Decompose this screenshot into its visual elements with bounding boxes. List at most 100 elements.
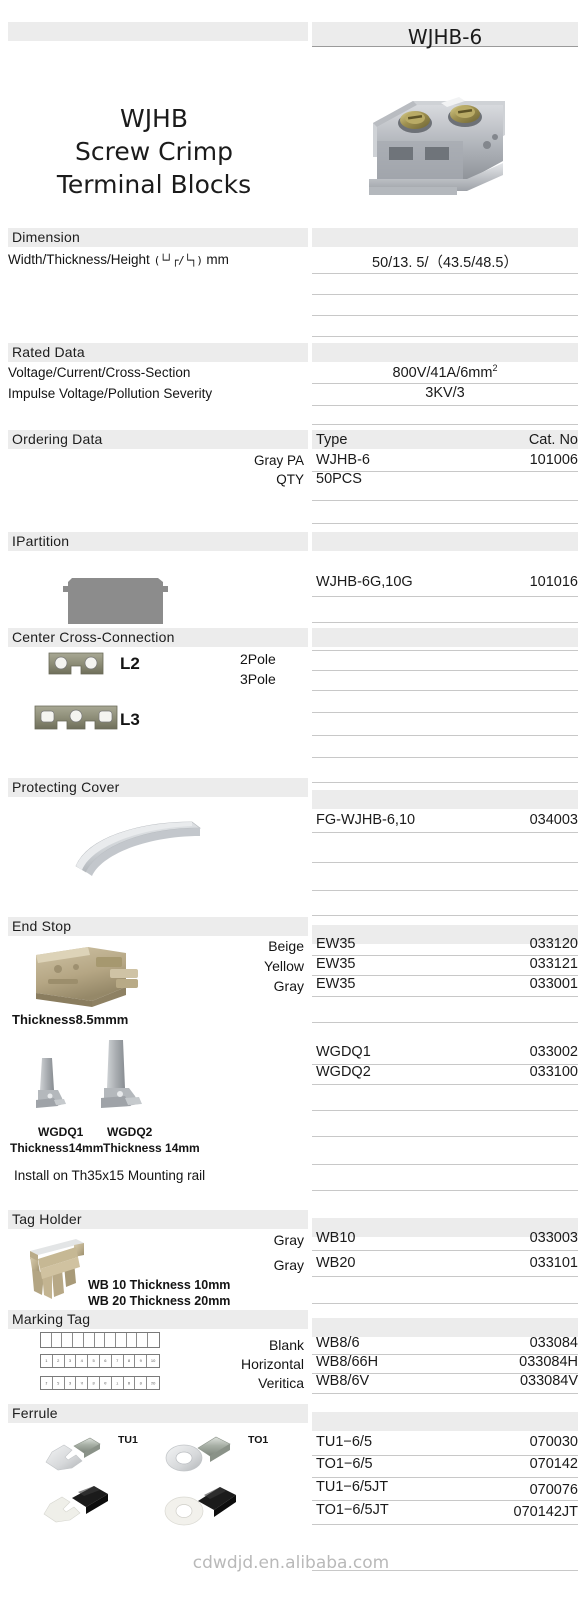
marking-tag-row-0-cat: 033084: [529, 1335, 578, 1351]
wgdq1-label: WGDQ1: [38, 1125, 84, 1139]
end-stop-color-yellow: Yellow: [264, 958, 304, 974]
cross-connection-l2-label: L2: [120, 654, 140, 673]
tag-holder-color-0: Gray: [273, 1232, 304, 1248]
dimension-unit: mm: [206, 252, 229, 267]
cross-connection-2pole: 2Pole: [240, 651, 276, 667]
ordering-row-0-label: Gray PA: [253, 453, 304, 468]
ferrule-row-1-type: TO1−6/5: [316, 1456, 373, 1472]
ferrule-row-2-cat: 070076: [529, 1482, 578, 1498]
marking-tag-cell: 3: [64, 1377, 77, 1389]
cross-rule-6: [312, 757, 578, 758]
endstop-rule-9: [312, 1164, 578, 1165]
rated-impulse-label: Impulse Voltage/Pollution Severity: [8, 386, 213, 401]
marking-tag-cell: 4: [76, 1355, 89, 1367]
marking-tag-row-1-cat: 033084H: [519, 1354, 578, 1370]
endstop-rule-3: [312, 996, 578, 997]
tag-holder-color-1: Gray: [273, 1257, 304, 1273]
endstop-rule-6: [312, 1084, 578, 1085]
ferrule-row-3-type: TO1−6/5JT: [316, 1502, 389, 1518]
end-stop-color-beige: Beige: [268, 938, 304, 954]
tag-holder-row-0-type: WB10: [316, 1230, 356, 1246]
marking-tag-cell: 7: [111, 1377, 124, 1389]
partition-plate-image: [58, 572, 173, 624]
end-stop-thickness-note: Thickness8.5mmm: [12, 1012, 129, 1027]
terminal-block-photo: [355, 75, 520, 195]
marking-tag-cell: 9: [135, 1355, 148, 1367]
end-stop-row-3-cat: 033002: [529, 1044, 578, 1060]
tag-holder-note-0: WB 10 Thickness 10mm: [88, 1278, 231, 1292]
cross-connection-l3-image: [33, 702, 119, 734]
marking-tag-row-2-type: WB8/6V: [316, 1373, 370, 1389]
product-spec-sheet: WJHB-6 WJHB Screw Crimp Terminal Blocks: [0, 0, 582, 1608]
ferrule-row-1-cat: 070142: [529, 1456, 578, 1472]
marking-tag-orientation-0: Blank: [268, 1337, 304, 1353]
ordering-rule-2: [312, 500, 578, 501]
cross-connection-l2-image: [47, 650, 105, 678]
partition-row-0-cat: 101016: [529, 574, 578, 590]
cross-rule-1: [312, 650, 578, 651]
ferrule-rule-3: [312, 1500, 578, 1501]
marking-tag-cell: [116, 1333, 127, 1347]
marking-tag-cell: [95, 1333, 106, 1347]
dimension-value: 50/13. 5/（43.5/48.5）: [372, 255, 518, 271]
rated-voltage-value: 800V/41A/6mm2: [312, 363, 578, 381]
end-stop-color-gray: Gray: [273, 978, 304, 994]
partition-rule-2: [312, 622, 578, 623]
marking-tag-cell: 1: [41, 1377, 53, 1389]
markingtag-rule-3: [312, 1393, 578, 1394]
rated-rule-3: [312, 424, 578, 425]
cover-rule-4: [312, 915, 578, 916]
model-name: WJHB-6: [407, 25, 483, 49]
marking-tag-cell: [148, 1333, 159, 1347]
ferrule-row-2-type: TU1−6/5JT: [316, 1479, 389, 1495]
ordering-col-type: Type: [316, 432, 348, 448]
tagholder-rule-3: [312, 1303, 578, 1304]
marking-tag-cell: 10: [150, 1381, 156, 1386]
ferrule-spade-silver-image: [38, 1432, 110, 1474]
end-stop-row-4-type: WGDQ2: [316, 1064, 371, 1080]
tag-holder-heading: Tag Holder: [12, 1211, 82, 1227]
marking-tag-cell: 5: [88, 1355, 100, 1367]
cross-connection-3pole: 3Pole: [240, 671, 276, 687]
end-stop-row-1-type: EW35: [316, 956, 356, 972]
end-stop-row-3-type: WGDQ1: [316, 1044, 371, 1060]
dimension-rule-1: [312, 273, 578, 274]
tag-holder-row-1-type: WB20: [316, 1255, 356, 1271]
end-stop-heading: End Stop: [12, 918, 72, 934]
marking-tag-heading: Marking Tag: [12, 1311, 91, 1327]
marking-tag-cell: [127, 1333, 138, 1347]
ferrule-ring-black-image: [160, 1484, 246, 1528]
marking-tag-cell: 6: [99, 1377, 112, 1389]
ferrule-ring-silver-image: [160, 1432, 240, 1474]
marking-tag-cell: [84, 1333, 95, 1347]
marking-tag-cell: [105, 1333, 117, 1347]
cross-connection-header-bar-right: [312, 628, 578, 647]
product-title-line-1: WJHB: [119, 104, 189, 133]
ordering-row-1-type: 50PCS: [316, 471, 362, 487]
cross-rule-7: [312, 782, 578, 783]
dimension-heading: Dimension: [12, 229, 80, 245]
wgdq1-thickness: Thickness14mm: [10, 1141, 104, 1155]
marking-tag-cell: 10: [150, 1358, 156, 1363]
protecting-cover-heading: Protecting Cover: [12, 779, 120, 795]
dimension-header-bar-right: [312, 228, 578, 247]
end-stop-row-2-type: EW35: [316, 976, 356, 992]
product-title-line-3: Terminal Blocks: [56, 170, 252, 199]
ordering-row-0-type: WJHB-6: [316, 452, 370, 468]
end-stop-row-0-type: EW35: [316, 936, 356, 952]
marking-tag-cell: 4: [76, 1377, 89, 1389]
ordering-row-1-label: QTY: [276, 472, 304, 487]
tag-holder-note-1: WB 20 Thickness 20mm: [88, 1294, 231, 1308]
end-stop-row-0-cat: 033120: [529, 936, 578, 952]
cross-rule-4: [312, 712, 578, 713]
ordering-data-heading: Ordering Data: [12, 431, 103, 447]
endstop-rule-8: [312, 1136, 578, 1137]
header-bar-left: [8, 22, 308, 41]
marking-tag-row-1-type: WB8/66H: [316, 1354, 379, 1370]
cross-rule-3: [312, 690, 578, 691]
end-stop-install-note: Install on Th35x15 Mounting rail: [14, 1168, 206, 1183]
rated-data-heading: Rated Data: [12, 344, 85, 360]
rated-impulse-value: 3KV/3: [425, 385, 465, 401]
tagholder-rule-1: [312, 1250, 578, 1251]
rated-voltage-value-text: 800V/41A/6mm: [392, 364, 493, 381]
